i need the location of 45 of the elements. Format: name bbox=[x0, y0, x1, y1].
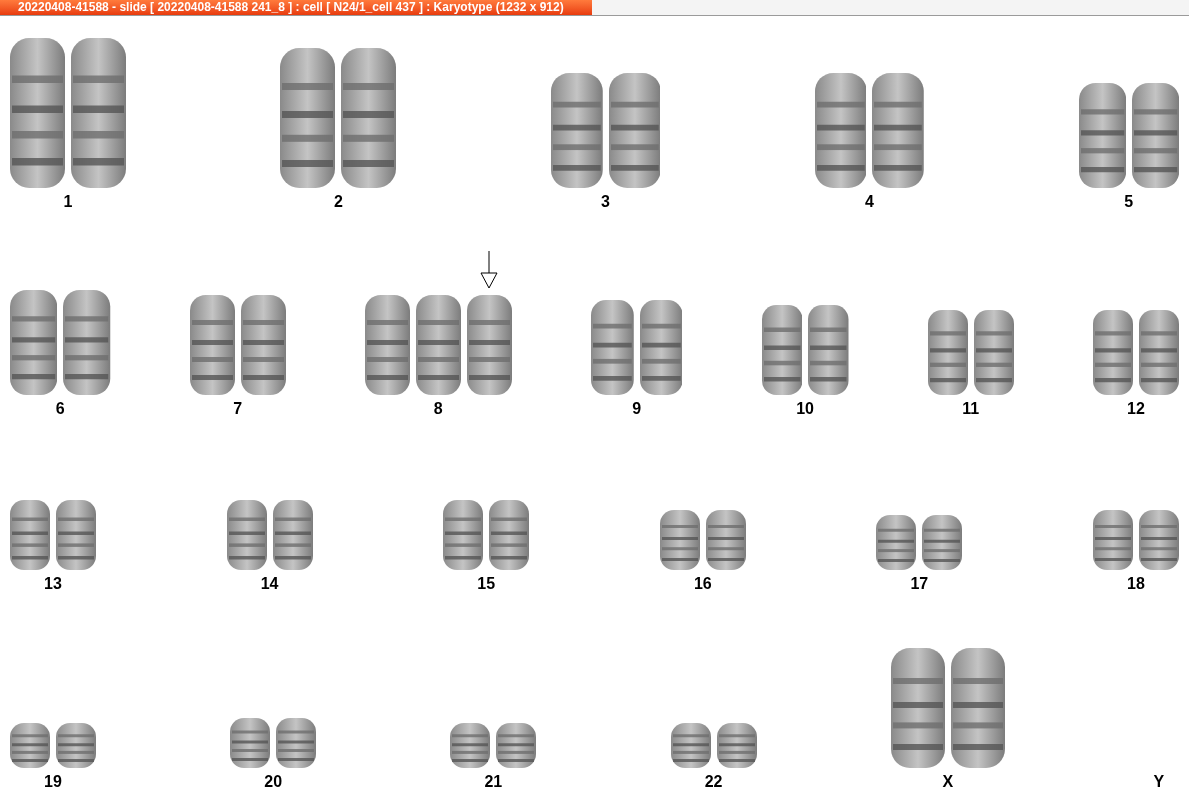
chromosome-number: 9 bbox=[632, 401, 642, 417]
chromosome-number: 7 bbox=[233, 401, 243, 417]
chromosome-drawing bbox=[659, 510, 700, 570]
chromosome-drawing bbox=[670, 723, 711, 768]
chromosome-drawing bbox=[10, 500, 50, 570]
chromosome-number: 20 bbox=[264, 774, 283, 790]
chromosome-number: 2 bbox=[333, 194, 343, 210]
chromosome-number: 3 bbox=[601, 194, 610, 210]
chromosome-number: 6 bbox=[55, 401, 65, 417]
chromosome-number: 11 bbox=[962, 401, 980, 417]
chromosome-drawing bbox=[56, 500, 96, 570]
chromosome-number: 1 bbox=[63, 194, 73, 210]
chromosome-number: 17 bbox=[910, 576, 929, 592]
chromosome-number: 8 bbox=[433, 401, 443, 417]
chromosome-drawing bbox=[1138, 510, 1179, 570]
chromosome-drawing bbox=[1092, 510, 1133, 570]
chromosome-number: 12 bbox=[1127, 401, 1145, 417]
chromosome-drawing bbox=[230, 718, 271, 768]
chromosome-number: 19 bbox=[44, 774, 62, 790]
chromosome-number: 4 bbox=[864, 194, 874, 210]
chromosome-drawing bbox=[276, 718, 317, 768]
chromosome-number: 16 bbox=[693, 576, 712, 592]
chromosome-number: 13 bbox=[44, 576, 62, 592]
chromosome-drawing bbox=[876, 515, 917, 570]
chromosome-number: X bbox=[942, 774, 954, 790]
chromosome-drawing bbox=[489, 500, 530, 570]
chromosome-number: 10 bbox=[796, 401, 814, 417]
chromosome-drawing bbox=[450, 723, 491, 768]
chromosome-drawing bbox=[10, 723, 50, 768]
chromosome-drawing bbox=[272, 500, 313, 570]
chromosome-drawing bbox=[705, 510, 746, 570]
chromosome-drawing bbox=[922, 515, 963, 570]
chromosome-drawing bbox=[443, 500, 484, 570]
chromosome-drawing bbox=[496, 723, 537, 768]
chromosome-number: 21 bbox=[484, 774, 503, 790]
chromosome-drawing bbox=[226, 500, 267, 570]
chromosome-number: 22 bbox=[704, 774, 723, 790]
chromosome-number: 18 bbox=[1127, 576, 1145, 592]
chromosome-number: 5 bbox=[1124, 194, 1134, 210]
window-title: 20220408-41588 - slide [ 20220408-41588 241_8 ] : cell [ N24/1_cell 437 ] : Karyotype (1232 x 912) bbox=[0, 0, 592, 15]
chromosome-number: 14 bbox=[260, 576, 279, 592]
chromosome-number: Y bbox=[1153, 774, 1165, 790]
chromosome-drawing bbox=[716, 723, 757, 768]
chromosome-number: 15 bbox=[477, 576, 496, 592]
chromosome-drawing bbox=[56, 723, 96, 768]
